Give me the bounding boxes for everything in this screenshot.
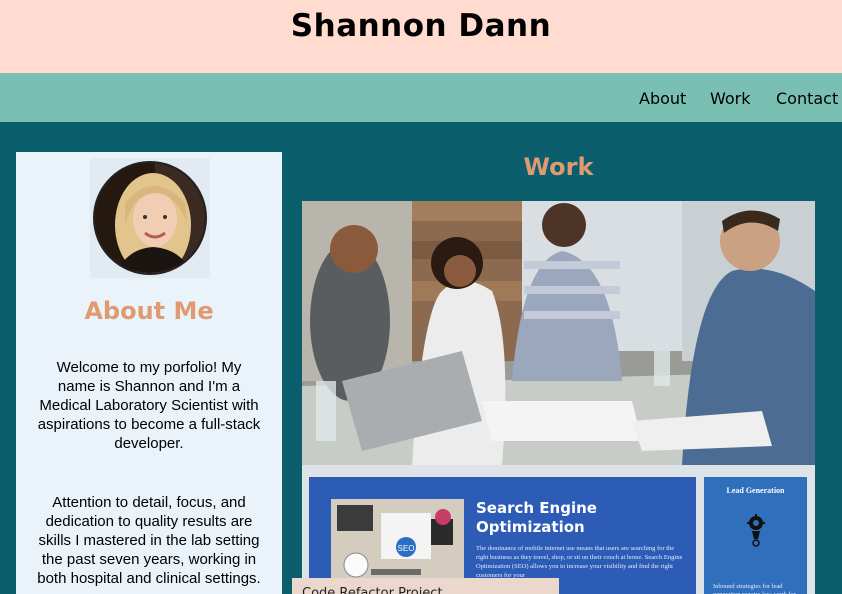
seo-card: SEO Search Engine Optimization The domin… bbox=[309, 477, 696, 594]
about-heading: About Me bbox=[84, 297, 214, 325]
about-paragraph-skills: Attention to detail, focus, and dedicati… bbox=[37, 494, 261, 587]
project-caption[interactable]: Code Refactor Project bbox=[292, 578, 559, 594]
nav-link-contact[interactable]: Contact bbox=[776, 89, 838, 108]
team-meeting-photo bbox=[302, 201, 815, 465]
nav-link-work[interactable]: Work bbox=[710, 89, 751, 108]
gear-bulb-icon bbox=[747, 514, 765, 547]
seo-desk-photo: SEO bbox=[331, 499, 464, 589]
about-section: About Me Welcome to my porfolio! My name… bbox=[16, 152, 282, 594]
lead-generation-card: Lead Generation Inbound strategies for l… bbox=[704, 477, 807, 594]
nav-link-about[interactable]: About bbox=[639, 89, 686, 108]
seo-badge: SEO bbox=[398, 544, 415, 553]
avatar-frame bbox=[90, 158, 210, 278]
seo-card-title: Search Engine Optimization bbox=[476, 499, 597, 536]
lead-card-title: Lead Generation bbox=[726, 486, 785, 495]
main-nav: About Work Contact bbox=[0, 73, 842, 122]
site-title: Shannon Dann bbox=[290, 8, 552, 44]
avatar bbox=[93, 161, 207, 275]
lead-card-body: Inbound strategies for lead generation r… bbox=[713, 583, 796, 594]
about-paragraph-intro: Welcome to my porfolio! My name is Shann… bbox=[37, 359, 261, 452]
seo-project-image[interactable]: SEO Search Engine Optimization The domin… bbox=[302, 465, 815, 594]
profile-photo bbox=[95, 163, 205, 273]
work-heading: Work bbox=[523, 153, 594, 181]
seo-card-body: The dominance of mobile internet use mea… bbox=[476, 545, 683, 579]
work-project-image[interactable] bbox=[302, 201, 815, 465]
site-header: Shannon Dann bbox=[0, 0, 842, 73]
project-caption-label: Code Refactor Project bbox=[302, 586, 443, 594]
